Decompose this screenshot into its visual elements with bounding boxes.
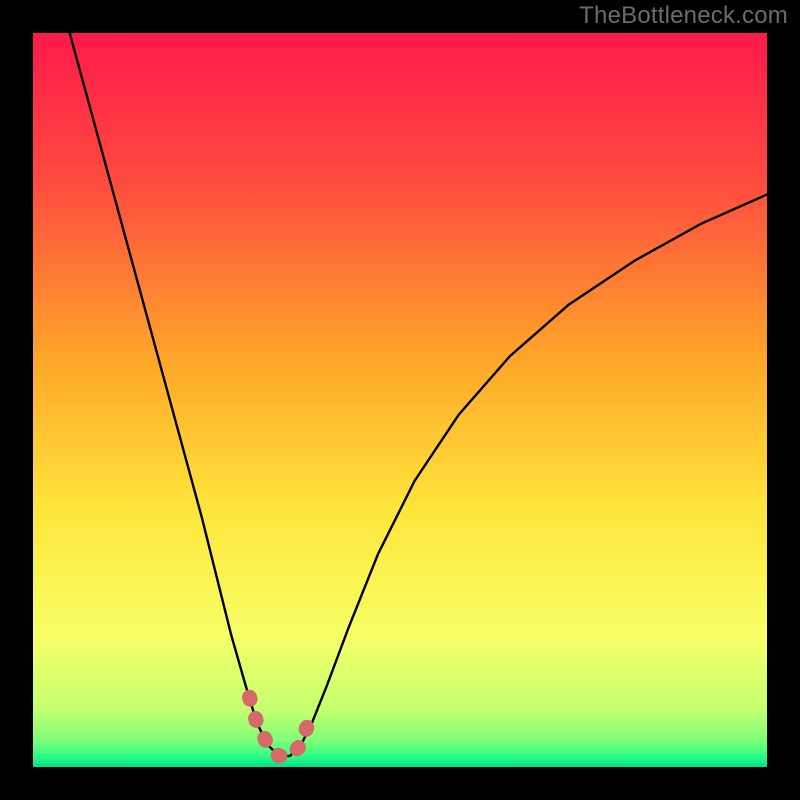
bottleneck-chart — [33, 33, 767, 767]
chart-container: TheBottleneck.com — [0, 0, 800, 800]
plot-background — [33, 33, 767, 767]
attribution-label: TheBottleneck.com — [579, 2, 788, 30]
